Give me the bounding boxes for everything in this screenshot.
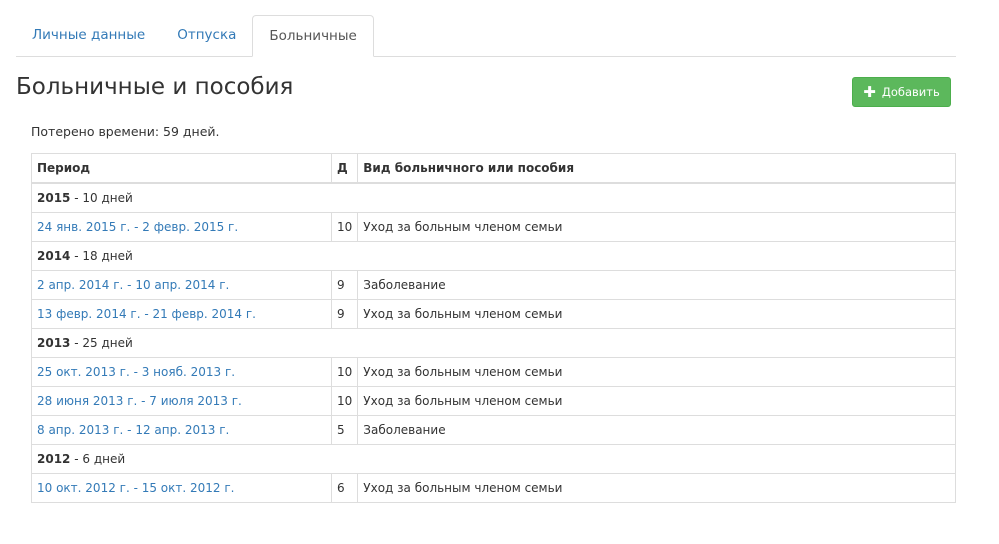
tab-sick-leave[interactable]: Больничные	[252, 15, 374, 57]
year-group-row: 2014 - 18 дней	[31, 241, 956, 271]
days-cell: 6	[330, 473, 359, 503]
year-group-row: 2012 - 6 дней	[31, 444, 956, 474]
add-button-label: Добавить	[881, 85, 940, 99]
type-cell: Уход за больным членом семьи	[357, 299, 956, 329]
table-row: 8 апр. 2013 г. - 12 апр. 2013 г. 5 Заболев…	[31, 415, 956, 445]
type-cell: Уход за больным членом семьи	[357, 473, 956, 503]
type-cell: Уход за больным членом семьи	[357, 212, 956, 242]
type-cell: Заболевание	[357, 415, 956, 445]
days-cell: 10	[330, 357, 359, 387]
type-cell: Уход за больным членом семьи	[357, 357, 956, 387]
period-link[interactable]: 10 окт. 2012 г. - 15 окт. 2012 г.	[37, 481, 235, 495]
period-link[interactable]: 13 февр. 2014 г. - 21 февр. 2014 г.	[37, 307, 256, 321]
year-group-row: 2015 - 10 дней	[31, 182, 956, 213]
header-type: Вид больничного или пособия	[357, 153, 956, 184]
table-row: 24 янв. 2015 г. - 2 февр. 2015 г. 10 Уход …	[31, 212, 956, 242]
add-button[interactable]: ✚ Добавить	[852, 77, 951, 107]
tabs: Личные данные Отпуска Больничные	[16, 15, 956, 57]
period-link[interactable]: 8 апр. 2013 г. - 12 апр. 2013 г.	[37, 423, 229, 437]
year-days: - 25 дней	[70, 336, 133, 350]
days-cell: 5	[330, 415, 359, 445]
days-cell: 10	[330, 386, 359, 416]
period-link[interactable]: 28 июня 2013 г. - 7 июля 2013 г.	[37, 394, 242, 408]
days-cell: 9	[330, 299, 359, 329]
year: 2013	[37, 336, 71, 350]
sick-leave-table: Период Д Вид больничного или пособия 201…	[31, 153, 956, 503]
tab-vacations[interactable]: Отпуска	[161, 15, 252, 56]
year-group-row: 2013 - 25 дней	[31, 328, 956, 358]
table-row: 10 окт. 2012 г. - 15 окт. 2012 г. 6 Уход з…	[31, 473, 956, 503]
period-link[interactable]: 24 янв. 2015 г. - 2 февр. 2015 г.	[37, 220, 238, 234]
table-row: 13 февр. 2014 г. - 21 февр. 2014 г. 9 Уход…	[31, 299, 956, 329]
table-row: 25 окт. 2013 г. - 3 нояб. 2013 г. 10 Уход …	[31, 357, 956, 387]
days-cell: 10	[330, 212, 359, 242]
year: 2012	[37, 452, 71, 466]
type-cell: Уход за больным членом семьи	[357, 386, 956, 416]
year-days: - 10 дней	[70, 191, 133, 205]
plus-icon: ✚	[863, 82, 876, 101]
days-cell: 9	[330, 270, 359, 300]
year-days: - 18 дней	[70, 249, 133, 263]
period-link[interactable]: 2 апр. 2014 г. - 10 апр. 2014 г.	[37, 278, 229, 292]
header-period: Период	[31, 153, 332, 184]
lost-time-summary: Потерено времени: 59 дней.	[31, 124, 220, 139]
year-days: - 6 дней	[70, 452, 126, 466]
type-cell: Заболевание	[357, 270, 956, 300]
period-link[interactable]: 25 окт. 2013 г. - 3 нояб. 2013 г.	[37, 365, 235, 379]
year: 2015	[37, 191, 71, 205]
page-title: Больничные и пособия	[16, 74, 294, 100]
year: 2014	[37, 249, 71, 263]
tab-personal-data[interactable]: Личные данные	[16, 15, 161, 56]
table-row: 28 июня 2013 г. - 7 июля 2013 г. 10 Уход з…	[31, 386, 956, 416]
header-days: Д	[330, 153, 359, 184]
table-row: 2 апр. 2014 г. - 10 апр. 2014 г. 9 Заболев…	[31, 270, 956, 300]
